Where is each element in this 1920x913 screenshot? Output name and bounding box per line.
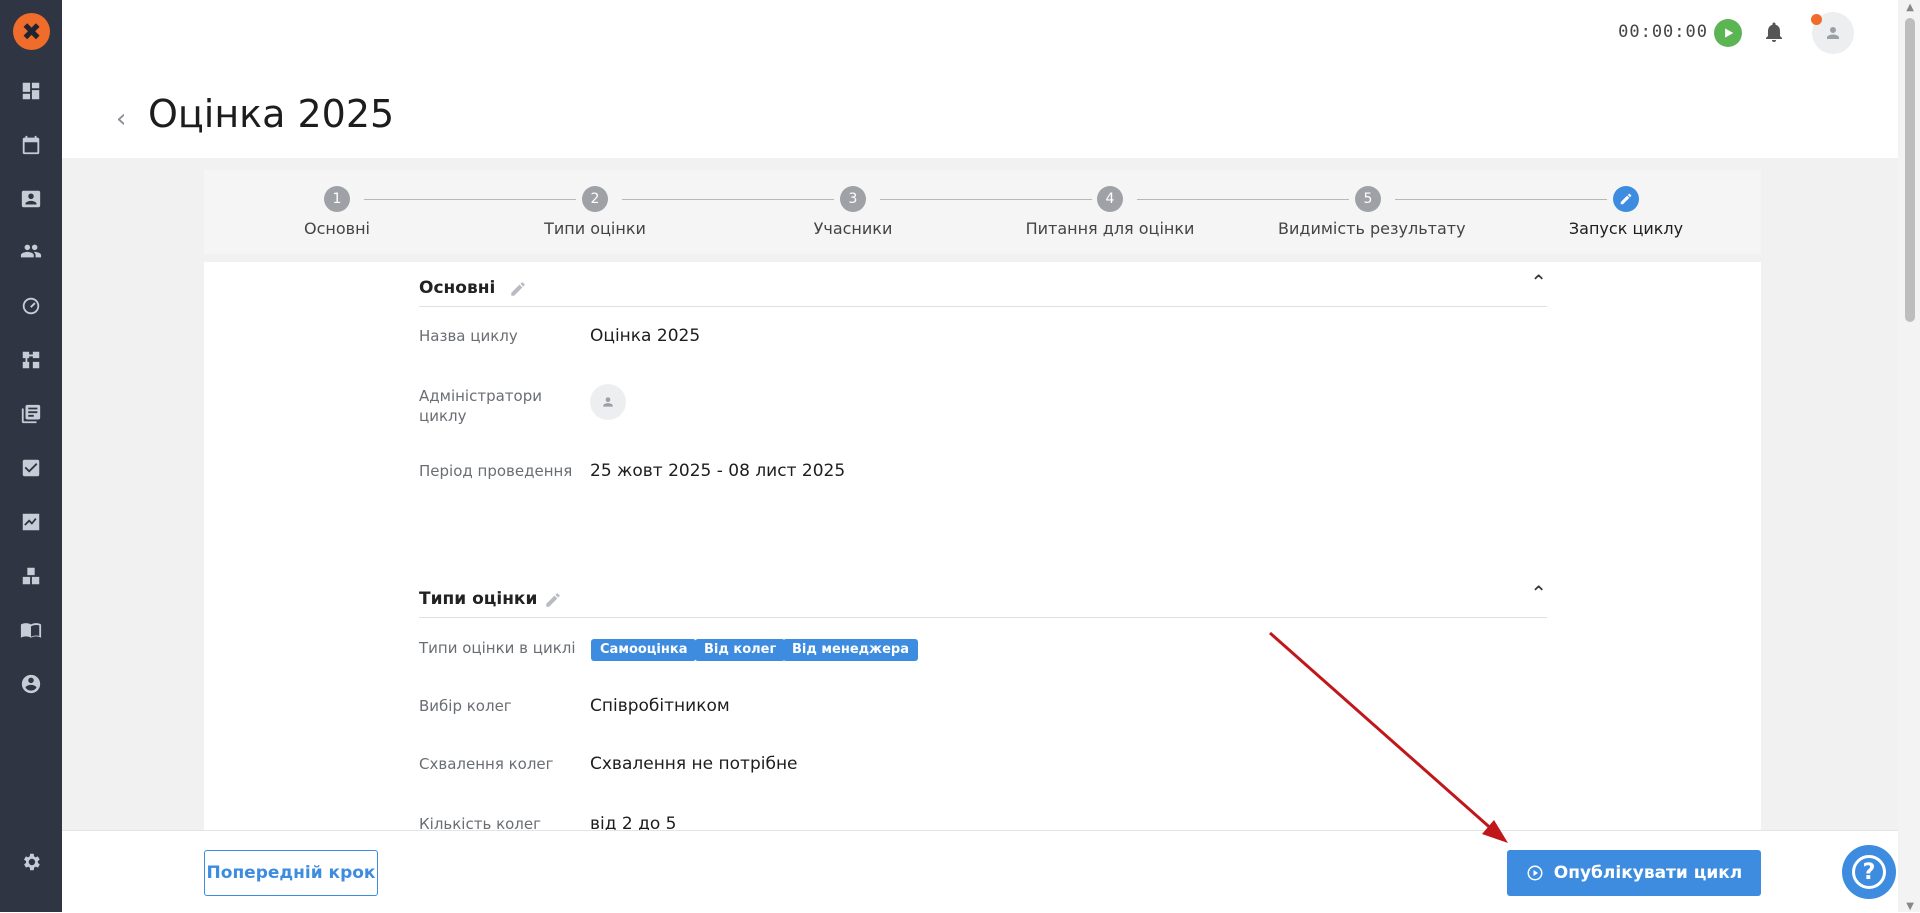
section-basics-header: Основні ⌃ xyxy=(419,262,1547,307)
cycle-name-label: Назва циклу xyxy=(419,327,518,345)
colleague-count-value: від 2 до 5 xyxy=(590,814,677,830)
admins-label: Адміністратори циклу xyxy=(419,386,542,426)
colleague-choice-value: Співробітником xyxy=(590,696,730,716)
library-icon[interactable] xyxy=(19,402,43,426)
step-edit-indicator xyxy=(1613,186,1639,212)
top-bar: 00:00:00 xyxy=(62,0,1898,67)
step-result-visibility[interactable]: 5 Видимість результату xyxy=(1278,170,1466,238)
step-number: 1 xyxy=(324,186,350,212)
step-label: Видимість результату xyxy=(1278,219,1466,238)
help-button[interactable]: ? xyxy=(1842,845,1896,899)
play-icon xyxy=(1725,28,1734,38)
step-number: 5 xyxy=(1355,186,1381,212)
wizard-stepper: 1 Основні 2 Типи оцінки 3 Учасники 4 Пит… xyxy=(204,170,1761,254)
scroll-thumb[interactable] xyxy=(1905,18,1915,322)
step-label: Запуск циклу xyxy=(1568,219,1684,238)
summary-card: Основні ⌃ Назва циклу Оцінка 2025 Адміні… xyxy=(204,262,1761,830)
page-scrollbar[interactable]: ▲ ▼ xyxy=(1898,0,1920,912)
play-circle-icon xyxy=(1527,865,1543,881)
colleague-count-label: Кількість колег xyxy=(419,815,541,830)
step-evaluation-types[interactable]: 2 Типи оцінки xyxy=(505,170,685,238)
tag-from-manager: Від менеджера xyxy=(783,639,918,661)
section-title: Типи оцінки xyxy=(419,589,538,609)
tag-from-colleagues: Від колег xyxy=(695,639,786,661)
footer-bar: Попередній крок Опублікувати цикл ? xyxy=(62,830,1898,913)
cycle-name-value: Оцінка 2025 xyxy=(590,326,701,346)
timer-play-button[interactable] xyxy=(1714,19,1742,47)
step-number: 2 xyxy=(582,186,608,212)
calendar-icon[interactable] xyxy=(19,133,43,157)
step-label: Питання для оцінки xyxy=(1025,219,1195,238)
step-participants[interactable]: 3 Учасники xyxy=(763,170,943,238)
notification-dot xyxy=(1811,14,1822,25)
dashboard-icon[interactable] xyxy=(19,79,43,103)
step-label: Типи оцінки xyxy=(544,219,646,238)
page-header: ‹ Оцінка 2025 xyxy=(62,66,1898,159)
collapse-chevron-icon[interactable]: ⌃ xyxy=(1530,581,1547,605)
colleague-choice-label: Вибір колег xyxy=(419,697,512,715)
publish-cycle-label: Опублікувати цикл xyxy=(1553,863,1743,883)
edit-pencil-icon[interactable] xyxy=(544,591,562,609)
person-icon xyxy=(603,397,613,407)
page-title: Оцінка 2025 xyxy=(148,92,395,136)
evaluation-types-label: Типи оцінки в циклі xyxy=(419,639,576,657)
pencil-icon xyxy=(1620,193,1632,205)
section-types-header: Типи оцінки ⌃ xyxy=(419,573,1547,618)
contact-card-icon[interactable] xyxy=(19,187,43,211)
question-mark-icon: ? xyxy=(1852,855,1886,889)
checklist-icon[interactable] xyxy=(19,456,43,480)
step-basics[interactable]: 1 Основні xyxy=(247,170,427,238)
timer-display: 00:00:00 xyxy=(1618,22,1708,42)
people-icon[interactable] xyxy=(19,239,43,263)
step-launch-cycle[interactable]: Запуск циклу xyxy=(1536,170,1716,238)
collapse-chevron-icon[interactable]: ⌃ xyxy=(1530,270,1547,294)
app-logo[interactable]: ✖ xyxy=(13,13,50,50)
settings-icon[interactable] xyxy=(19,850,43,874)
admins-label-line: Адміністратори xyxy=(419,387,542,405)
previous-step-button[interactable]: Попередній крок xyxy=(204,850,378,896)
step-label: Основні xyxy=(304,219,370,238)
step-label: Учасники xyxy=(813,219,893,238)
notifications-bell-icon[interactable] xyxy=(1762,20,1786,44)
edit-pencil-icon[interactable] xyxy=(509,280,527,298)
publish-cycle-button[interactable]: Опублікувати цикл xyxy=(1507,850,1761,896)
admin-avatar[interactable] xyxy=(590,384,626,420)
org-chart-icon[interactable] xyxy=(19,348,43,372)
admins-label-line: циклу xyxy=(419,407,467,425)
account-circle-icon[interactable] xyxy=(19,672,43,696)
step-number: 4 xyxy=(1097,186,1123,212)
tag-self-evaluation: Самооцінка xyxy=(591,639,697,661)
colleague-approval-label: Схвалення колег xyxy=(419,755,554,773)
colleague-approval-value: Схвалення не потрібне xyxy=(590,754,798,774)
book-icon[interactable] xyxy=(19,618,43,642)
scroll-down-arrow-icon[interactable]: ▼ xyxy=(1906,901,1914,912)
period-label: Період проведення xyxy=(419,462,573,480)
boxes-icon[interactable] xyxy=(19,564,43,588)
back-chevron-icon[interactable]: ‹ xyxy=(116,104,126,134)
scroll-up-arrow-icon[interactable]: ▲ xyxy=(1906,2,1914,13)
step-number: 3 xyxy=(840,186,866,212)
speedometer-icon[interactable] xyxy=(19,294,43,318)
period-value: 25 жовт 2025 - 08 лист 2025 xyxy=(590,461,846,481)
section-title: Основні xyxy=(419,278,496,298)
sidebar: ✖ xyxy=(0,0,62,912)
step-questions[interactable]: 4 Питання для оцінки xyxy=(1020,170,1200,238)
person-icon xyxy=(1827,27,1839,39)
trending-chart-icon[interactable] xyxy=(19,510,43,534)
